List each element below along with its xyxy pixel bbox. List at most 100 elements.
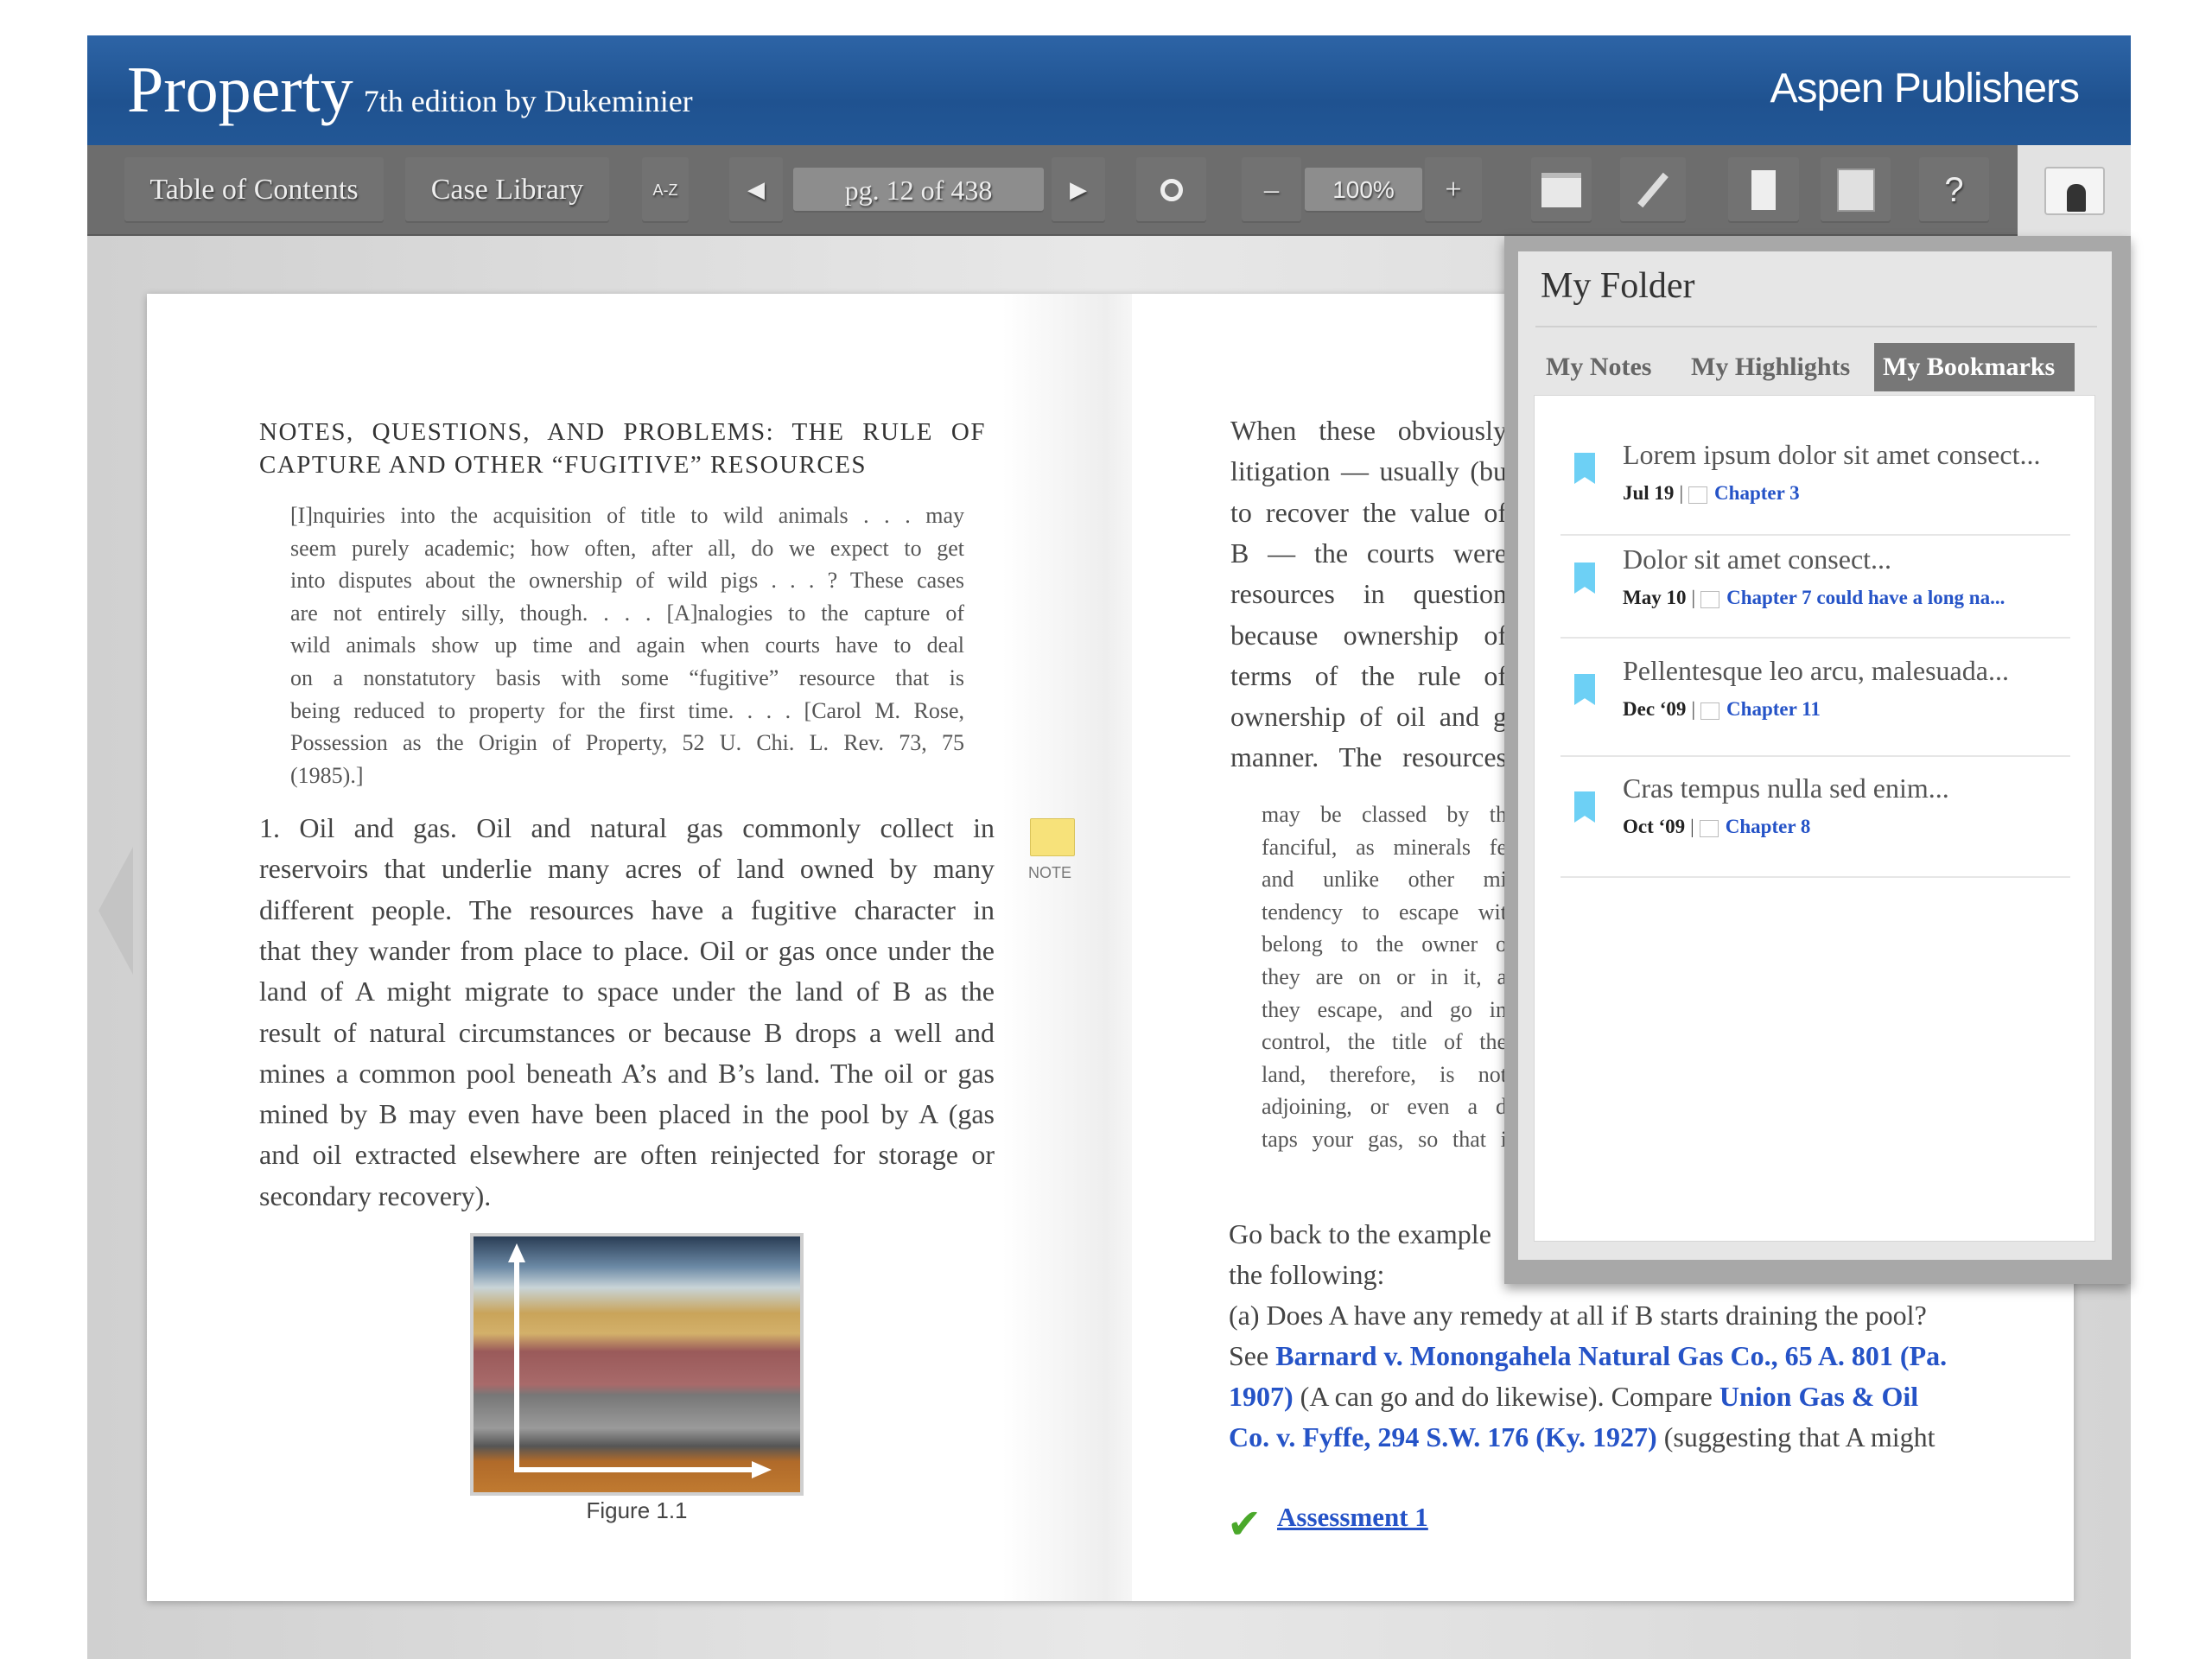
paragraph-line: When these obviously [1230,415,1507,446]
separator: | [1679,482,1684,504]
zoom-out-button[interactable]: – [1242,157,1301,223]
book-icon [1700,702,1720,720]
text: See [1229,1340,1276,1371]
publisher-logo: Aspen Publishers [1770,66,2080,111]
prev-page-button[interactable]: ◀ [729,157,783,223]
book-icon [1688,486,1708,504]
case-link-barnard[interactable]: 1907) [1229,1381,1294,1412]
bookmark-meta: Dec ‘09 | Chapter 11 [1623,698,1821,721]
paragraph-line: litigation — usually (bu [1230,455,1507,487]
quote-line: fanciful, as minerals fe [1262,834,1507,860]
quote-line: land, therefore, is not [1262,1061,1507,1087]
text: (A can go and do likewise). Compare [1293,1381,1719,1412]
quote-line: on a nonstatutory basis with some “fugit… [290,665,964,690]
bookmark-button[interactable] [1728,157,1799,223]
quote-line: [I]nquiries into the acquisition of titl… [290,503,964,528]
chapter-link[interactable]: Chapter 3 [1714,482,1800,504]
magnifier-icon [1160,179,1183,201]
paragraph-line: because ownership of [1230,619,1507,651]
bookmark-item[interactable]: Pellentesque leo arcu, malesuada... Dec ‘… [1560,639,2070,757]
case-link-barnard[interactable]: Barnard v. Monongahela Natural Gas Co., … [1275,1340,1947,1371]
separator: | [1691,587,1696,608]
bookmark-date: May 10 [1623,587,1687,608]
quill-icon [1836,168,1875,212]
panel-title: My Folder [1541,266,1695,306]
bookmark-title[interactable]: Lorem ipsum dolor sit amet consect... [1623,439,2040,471]
quote-line: are not entirely silly, though. . . . [A… [290,600,964,626]
chapter-link[interactable]: Chapter 11 [1726,698,1821,720]
quote-line: Possession as the Origin of Property, 52… [290,730,964,756]
bookmark-date: Oct ‘09 [1623,816,1686,837]
paragraph-line: 1. Oil and gas. Oil and natural gas comm… [259,812,995,843]
bookmark-meta: May 10 | Chapter 7 could have a long na... [1623,587,2005,609]
quote-line: taps your gas, so that i [1262,1127,1507,1152]
bookmark-item[interactable]: Lorem ipsum dolor sit amet consect... Jul… [1560,423,2070,536]
assessment-link[interactable]: Assessment 1 [1277,1502,1428,1533]
bookmark-date: Dec ‘09 [1623,698,1687,720]
paragraph-line: mined by B may even have been placed in … [259,1098,995,1130]
figure-caption: Figure 1.1 [586,1497,688,1523]
chapter-link[interactable]: Chapter 8 [1726,816,1811,837]
sort-az-icon[interactable]: A-Z [642,157,689,223]
question-a: (a) Does A have any remedy at all if B s… [1229,1300,1927,1331]
table-of-contents-button[interactable]: Table of Contents [124,157,384,223]
paragraph-line: resources in question [1230,578,1507,610]
quote-line: tendency to escape wit [1262,899,1507,925]
note-label: NOTE [1028,864,1072,881]
bookmark-icon [1751,170,1776,210]
highlighter-button[interactable] [1620,157,1686,223]
note-icon[interactable] [1030,818,1075,856]
bookmark-meta: Oct ‘09 | Chapter 8 [1623,816,1810,838]
quote-line: control, the title of the [1262,1029,1507,1055]
paragraph-line: land of A might migrate to space under t… [259,976,995,1007]
page-number-field[interactable]: pg. 12 of 438 [793,168,1044,213]
paragraph-line: different people. The resources have a f… [259,893,995,925]
tab-my-notes[interactable]: My Notes [1537,343,1660,391]
my-folder-button[interactable] [2018,145,2131,236]
chapter-link[interactable]: Chapter 7 could have a long na... [1726,587,2005,608]
notes-button[interactable] [1531,157,1592,223]
book-spine [1002,294,1132,1601]
bookmark-title[interactable]: Cras tempus nulla sed enim... [1623,772,1949,804]
tab-my-bookmarks[interactable]: My Bookmarks [1874,343,2075,391]
paragraph-line: and oil extracted elsewhere are often re… [259,1139,995,1171]
paragraph-line: manner. The resources [1230,741,1507,773]
title-text: Property [127,54,353,126]
section-heading: NOTES, QUESTIONS, AND PROBLEMS: THE RULE… [259,418,986,446]
case-link-union-gas[interactable]: Union Gas & Oil [1719,1381,1918,1412]
paragraph-line: secondary recovery). [259,1179,492,1211]
bookmark-icon [1574,453,1595,484]
quote-line: and unlike other mi [1262,867,1507,893]
search-button[interactable] [1136,157,1206,223]
app-header: Property 7th edition by Dukeminier Aspen … [87,35,2131,146]
zoom-in-button[interactable]: + [1425,157,1482,223]
bookmark-item[interactable]: Cras tempus nulla sed enim... Oct ‘09 | Cha… [1560,757,2070,878]
paragraph-line: B — the courts were [1230,537,1507,569]
quote-line: may be classed by th [1262,802,1507,827]
notepad-icon [1541,173,1581,207]
previous-page-arrow-icon[interactable] [99,847,133,975]
next-page-button[interactable]: ▶ [1052,157,1105,223]
tab-my-highlights[interactable]: My Highlights [1682,343,1859,391]
bookmark-item[interactable]: Dolor sit amet consect... May 10 | Chapter … [1560,528,2070,639]
zoom-level-field[interactable]: 100% [1305,168,1422,213]
quote-line: adjoining, or even a d [1262,1094,1507,1120]
quote-line: wild animals show up time and again when… [290,632,964,658]
bookmark-icon [1574,791,1595,823]
case-library-button[interactable]: Case Library [405,157,609,223]
quote-line: they are on or in it, a [1262,964,1507,989]
case-link-union-gas[interactable]: Co. v. Fyffe, 294 S.W. 176 (Ky. 1927) [1229,1421,1657,1452]
bookmark-title[interactable]: Dolor sit amet consect... [1623,543,1891,575]
paragraph-line: terms of the rule of [1230,659,1507,691]
quote-line: they escape, and go in [1262,996,1507,1022]
figure-oil-reservoir-image[interactable] [470,1233,804,1496]
book-icon [1699,819,1719,837]
bookmark-list: Lorem ipsum dolor sit amet consect... Jul… [1534,395,2095,1242]
quote-line: (1985).] [290,762,364,788]
annotate-button[interactable] [1821,157,1891,223]
pencil-icon [1637,172,1669,208]
help-button[interactable]: ? [1919,157,1989,223]
bookmark-title[interactable]: Pellentesque leo arcu, malesuada... [1623,655,2009,687]
paragraph-line: the following: [1229,1259,1385,1290]
text: (suggesting that A might [1656,1421,1936,1452]
